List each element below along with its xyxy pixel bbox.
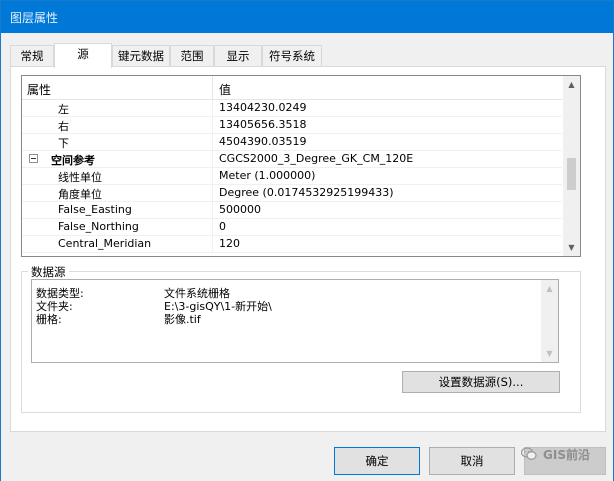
watermark-text: GIS前沿 bbox=[543, 448, 590, 462]
row-divider bbox=[212, 168, 213, 185]
tab-source[interactable]: 源 bbox=[54, 43, 112, 68]
property-key: False_Northing bbox=[58, 220, 139, 233]
property-row-spatial-reference[interactable]: 空间参考 CGCS2000_3_Degree_GK_CM_120E bbox=[22, 151, 562, 168]
scroll-up-icon[interactable]: ▲ bbox=[541, 280, 558, 297]
property-value: 13405656.3518 bbox=[219, 118, 307, 131]
scroll-up-icon[interactable]: ▲ bbox=[563, 76, 580, 93]
property-key: 线性单位 bbox=[58, 171, 102, 184]
source-tab-panel: 属性 值 左 13404230.0249 右 13405656.3518 下 4… bbox=[10, 66, 606, 432]
cancel-button[interactable]: 取消 bbox=[429, 447, 515, 475]
data-source-line: 栅格: 影像.tif bbox=[36, 311, 436, 326]
property-value: CGCS2000_3_Degree_GK_CM_120E bbox=[219, 152, 414, 165]
property-value: 500000 bbox=[219, 203, 261, 216]
property-value: 13404230.0249 bbox=[219, 101, 307, 114]
row-divider bbox=[212, 236, 213, 253]
property-group-key: 空间参考 bbox=[51, 154, 95, 167]
tab-strip: 常规 源 键元数据 范围 显示 符号系统 bbox=[10, 43, 610, 68]
column-divider[interactable] bbox=[212, 76, 213, 100]
tab-general[interactable]: 常规 bbox=[10, 45, 54, 67]
ok-button[interactable]: 确定 bbox=[334, 447, 420, 475]
property-row[interactable]: 线性单位 Meter (1.000000) bbox=[22, 168, 562, 185]
tab-key-metadata[interactable]: 键元数据 bbox=[112, 45, 170, 67]
wechat-icon bbox=[521, 447, 537, 460]
data-source-value: 影像.tif bbox=[164, 313, 201, 326]
property-row[interactable]: 左 13404230.0249 bbox=[22, 100, 562, 117]
property-row[interactable]: 角度单位 Degree (0.0174532925199433) bbox=[22, 185, 562, 202]
scrollbar-thumb[interactable] bbox=[567, 158, 576, 190]
scroll-down-icon[interactable]: ▼ bbox=[563, 239, 580, 256]
row-divider bbox=[212, 219, 213, 236]
property-key: 左 bbox=[58, 103, 69, 116]
title-bar: 图层属性 bbox=[1, 1, 613, 33]
row-line bbox=[22, 252, 562, 253]
set-data-source-button[interactable]: 设置数据源(S)... bbox=[402, 371, 560, 393]
row-divider bbox=[212, 151, 213, 168]
data-source-label: 栅格: bbox=[36, 313, 62, 326]
property-grid-scrollbar[interactable]: ▲ ▼ bbox=[563, 76, 580, 256]
tab-display[interactable]: 显示 bbox=[214, 45, 262, 67]
data-source-line: 数据类型: 文件系统栅格 bbox=[36, 285, 436, 300]
property-value: 120 bbox=[219, 237, 240, 250]
data-source-scrollbar[interactable]: ▲ ▼ bbox=[541, 280, 558, 362]
row-divider bbox=[212, 202, 213, 219]
row-divider bbox=[212, 117, 213, 134]
row-divider bbox=[212, 185, 213, 202]
property-value: Degree (0.0174532925199433) bbox=[219, 186, 394, 199]
property-row[interactable]: Central_Meridian 120 bbox=[22, 236, 562, 253]
row-divider bbox=[212, 134, 213, 151]
column-header-value[interactable]: 值 bbox=[219, 81, 231, 98]
scroll-down-icon[interactable]: ▼ bbox=[541, 345, 558, 362]
property-value: 4504390.03519 bbox=[219, 135, 307, 148]
property-value: Meter (1.000000) bbox=[219, 169, 316, 182]
property-key: False_Easting bbox=[58, 203, 132, 216]
data-source-line: 文件夹: E:\3-gisQY\1-新开始\ bbox=[36, 298, 436, 313]
tab-symbology[interactable]: 符号系统 bbox=[262, 45, 322, 67]
column-header-property[interactable]: 属性 bbox=[27, 81, 51, 98]
property-key: Central_Meridian bbox=[58, 237, 152, 250]
property-value: 0 bbox=[219, 220, 226, 233]
layer-properties-dialog: 图层属性 常规 源 键元数据 范围 显示 符号系统 属性 值 左 1340423… bbox=[0, 0, 614, 481]
property-row[interactable]: 下 4504390.03519 bbox=[22, 134, 562, 151]
property-row[interactable]: 右 13405656.3518 bbox=[22, 117, 562, 134]
property-key: 下 bbox=[58, 137, 69, 150]
row-divider bbox=[212, 100, 213, 117]
property-key: 右 bbox=[58, 120, 69, 133]
data-source-legend: 数据源 bbox=[28, 264, 69, 280]
property-grid-header: 属性 值 bbox=[22, 76, 562, 100]
collapse-toggle-icon[interactable] bbox=[29, 154, 38, 163]
property-key: 角度单位 bbox=[58, 188, 102, 201]
property-row[interactable]: False_Easting 500000 bbox=[22, 202, 562, 219]
data-source-textbox[interactable]: 数据类型: 文件系统栅格 文件夹: E:\3-gisQY\1-新开始\ 栅格: … bbox=[31, 279, 559, 363]
property-row[interactable]: False_Northing 0 bbox=[22, 219, 562, 236]
tab-extent[interactable]: 范围 bbox=[170, 45, 214, 67]
property-grid[interactable]: 属性 值 左 13404230.0249 右 13405656.3518 下 4… bbox=[21, 75, 581, 257]
window-title: 图层属性 bbox=[10, 11, 59, 25]
